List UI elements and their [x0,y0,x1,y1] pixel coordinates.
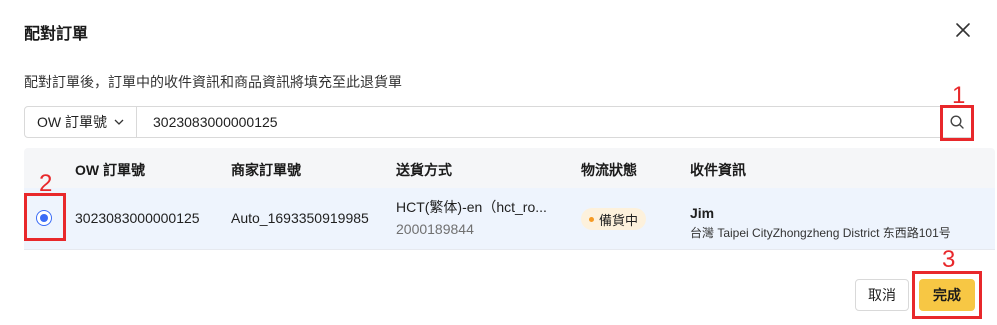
annotation-box-3 [912,271,982,319]
recipient-name: Jim [690,205,715,221]
header-merchant-order: 商家訂單號 [231,162,301,178]
order-table: OW 訂單號 商家訂單號 送貨方式 物流狀態 收件資訊 302308300000… [24,148,995,250]
shipping-method: HCT(繁体)-en（hct_ro... [396,199,547,215]
search-type-select[interactable]: OW 訂單號 [25,107,137,137]
annotation-number-2: 2 [39,170,53,197]
search-type-label: OW 訂單號 [37,114,107,130]
order-search-input[interactable] [137,107,940,137]
status-dot-icon [589,216,594,222]
header-logistics-status: 物流狀態 [581,162,637,178]
header-recipient-info: 收件資訊 [690,162,746,178]
annotation-number-3: 3 [942,246,956,273]
recipient-address: 台灣 Taipei CityZhongzheng District 东西路101… [690,226,951,240]
tracking-number: 2000189844 [396,221,474,237]
dialog-description: 配對訂單後，訂單中的收件資訊和商品資訊將填充至此退貨單 [24,74,402,90]
ow-order-number: 3023083000000125 [75,210,200,226]
status-badge: 備貨中 [581,208,647,230]
status-label: 備貨中 [599,212,639,228]
annotation-box-2 [24,193,66,241]
annotation-box-1 [940,105,974,141]
header-ow-order: OW 訂單號 [75,162,145,178]
merchant-order-number: Auto_1693350919985 [231,210,369,226]
header-shipping-method: 送貨方式 [396,162,452,178]
table-header: OW 訂單號 商家訂單號 送貨方式 物流狀態 收件資訊 [24,148,995,188]
dialog-title: 配對訂單 [24,26,89,43]
search-bar: OW 訂單號 [24,106,974,138]
table-row[interactable]: 3023083000000125 Auto_1693350919985 HCT(… [24,188,995,250]
annotation-number-1: 1 [952,82,966,109]
chevron-down-icon [114,119,124,125]
cancel-button[interactable]: 取消 [855,279,909,311]
close-icon[interactable] [953,20,973,40]
